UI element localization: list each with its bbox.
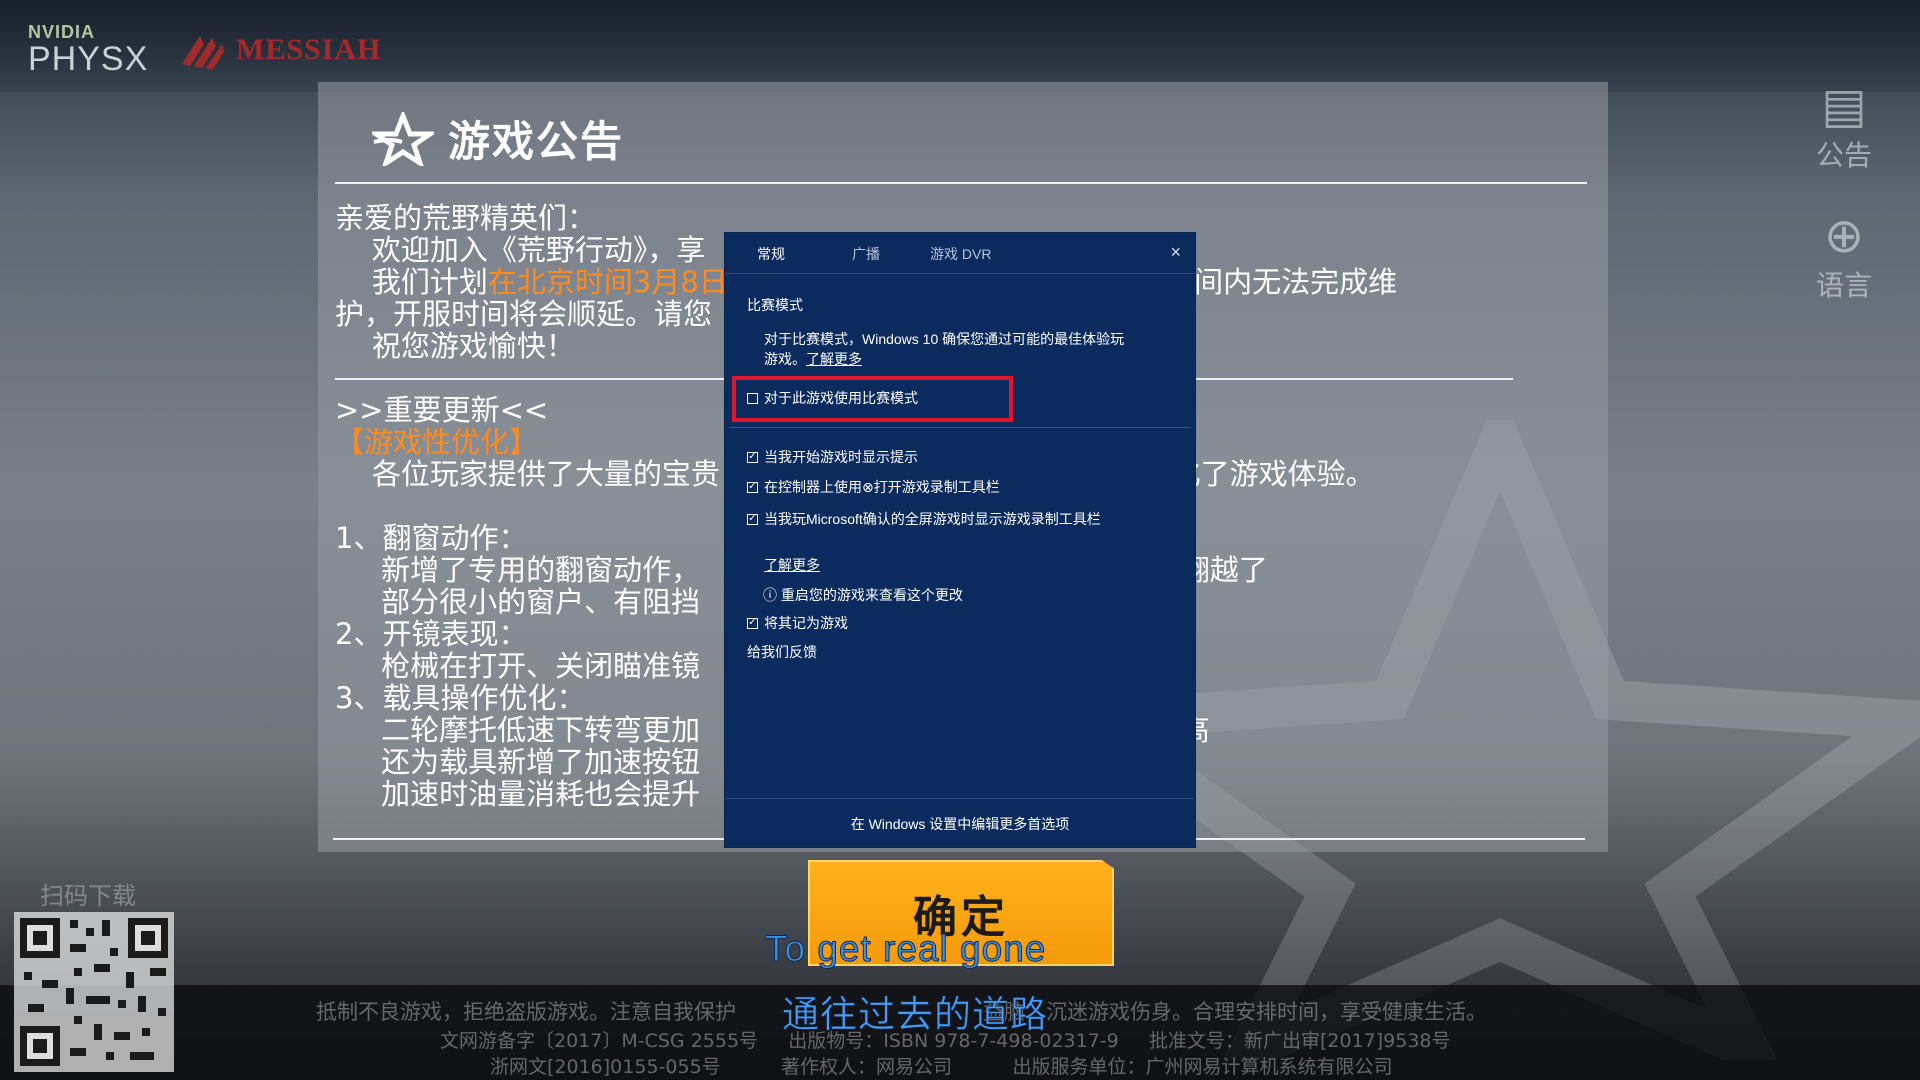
wish-line: 祝您游戏愉快！ <box>335 329 575 363</box>
controller-open-label: 在控制器上使用⊗打开游戏录制工具栏 <box>764 479 1000 495</box>
section-line: 还为载具新增了加速按钮 <box>335 745 701 779</box>
qr-label: 扫码下载 <box>40 882 136 910</box>
announcement-title: 游戏公告 <box>448 117 625 166</box>
remember-game-label: 将其记为游戏 <box>764 615 848 631</box>
star-wings-icon <box>372 111 434 166</box>
show-tips-checkbox[interactable]: ✓ <box>747 451 758 463</box>
fullscreen-bar-checkbox[interactable]: ✓ <box>747 513 758 525</box>
qr-code[interactable] <box>14 912 174 1072</box>
fullscreen-bar-row[interactable]: ✓ 当我玩Microsoft确认的全屏游戏时显示游戏录制工具栏 <box>747 509 1101 529</box>
globe-icon: ⊕ <box>1823 208 1865 264</box>
notice-label: 公告 <box>1815 139 1872 172</box>
physx-label: PHYSX <box>28 40 149 78</box>
messiah-logo: MESSIAH <box>178 30 381 70</box>
section-line: 部分很小的窗户、有阻挡 <box>335 585 701 619</box>
section-line: 3、载具操作优化： <box>335 681 586 715</box>
notice-icon: ▤ <box>1821 78 1867 134</box>
delay-line: 护，开服时间将会顺延。请您 <box>335 297 713 331</box>
notice-button[interactable]: ▤ 公告 <box>1796 78 1892 174</box>
edit-preferences-label: 在 Windows 设置中编辑更多首选项 <box>850 815 1070 832</box>
update-heading: >>重要更新<< <box>335 393 549 427</box>
close-icon[interactable]: × <box>1170 242 1181 263</box>
tab-general[interactable]: 常规 <box>757 244 785 264</box>
game-mode-highlight-box <box>732 376 1013 422</box>
restart-note: ⓘ 重启您的游戏来查看这个更改 <box>763 587 963 603</box>
learn-more-link[interactable]: 了解更多 <box>806 351 862 367</box>
title-divider <box>335 182 1587 184</box>
language-button[interactable]: ⊕ 语言 <box>1796 208 1892 304</box>
schedule-time: 在北京时间3月8日 <box>487 265 728 299</box>
info-icon: ⓘ <box>763 587 781 603</box>
section-line: 加速时油量消耗也会提升 <box>335 777 701 811</box>
section-title: 【游戏性优化】 <box>335 425 539 459</box>
learn-more-link-2[interactable]: 了解更多 <box>764 555 820 575</box>
game-mode-description-2: 游戏。了解更多 <box>764 351 862 367</box>
dialog-tabs: 常规 广播 游戏 DVR × <box>725 233 1195 274</box>
section-line: 1、翻窗动作： <box>335 521 528 555</box>
dialog-separator <box>729 427 1191 428</box>
greeting-line: 亲爱的荒野精英们： <box>335 201 597 235</box>
tab-game-dvr[interactable]: 游戏 DVR <box>930 244 991 264</box>
remember-game-checkbox[interactable]: ✓ <box>747 617 758 629</box>
welcome-line: 欢迎加入《荒野行动》，享 <box>335 233 706 267</box>
subtitle-english: To get real gone <box>764 928 1047 970</box>
game-mode-description: 对于比赛模式，Windows 10 确保您通过可能的最佳体验玩 <box>764 331 1125 347</box>
edit-preferences-link[interactable]: 在 Windows 设置中编辑更多首选项 <box>725 798 1195 848</box>
messiah-icon <box>182 36 224 70</box>
footer-copyright: 浙网文[2016]0155-055号 著作权人：网易公司 出版服务单位：广州网易… <box>490 1056 1393 1078</box>
subtitle-chinese: 通往过去的道路 <box>782 993 1048 1037</box>
tab-broadcast[interactable]: 广播 <box>852 244 880 264</box>
controller-open-row[interactable]: ✓ 在控制器上使用⊗打开游戏录制工具栏 <box>747 477 1000 497</box>
section-line: 2、开镜表现： <box>335 617 528 651</box>
remember-game-row[interactable]: ✓ 将其记为游戏 <box>747 613 848 633</box>
fullscreen-bar-label: 当我玩Microsoft确认的全屏游戏时显示游戏录制工具栏 <box>764 511 1101 527</box>
show-tips-row[interactable]: ✓ 当我开始游戏时显示提示 <box>747 447 918 467</box>
language-label: 语言 <box>1815 269 1872 302</box>
nvidia-physx-logo: NVIDIA PHYSX <box>28 22 149 78</box>
game-mode-heading: 比赛模式 <box>747 297 803 313</box>
announcement-header: 游戏公告 <box>372 108 624 169</box>
game-bar-settings-dialog: 常规 广播 游戏 DVR × 比赛模式 对于比赛模式，Windows 10 确保… <box>725 233 1195 847</box>
feedback-link[interactable]: 给我们反馈 <box>747 642 817 662</box>
messiah-label: MESSIAH <box>236 33 382 66</box>
controller-open-checkbox[interactable]: ✓ <box>747 481 758 493</box>
section-line: 枪械在打开、关闭瞄准镜 <box>335 649 701 683</box>
show-tips-label: 当我开始游戏时显示提示 <box>764 449 918 465</box>
